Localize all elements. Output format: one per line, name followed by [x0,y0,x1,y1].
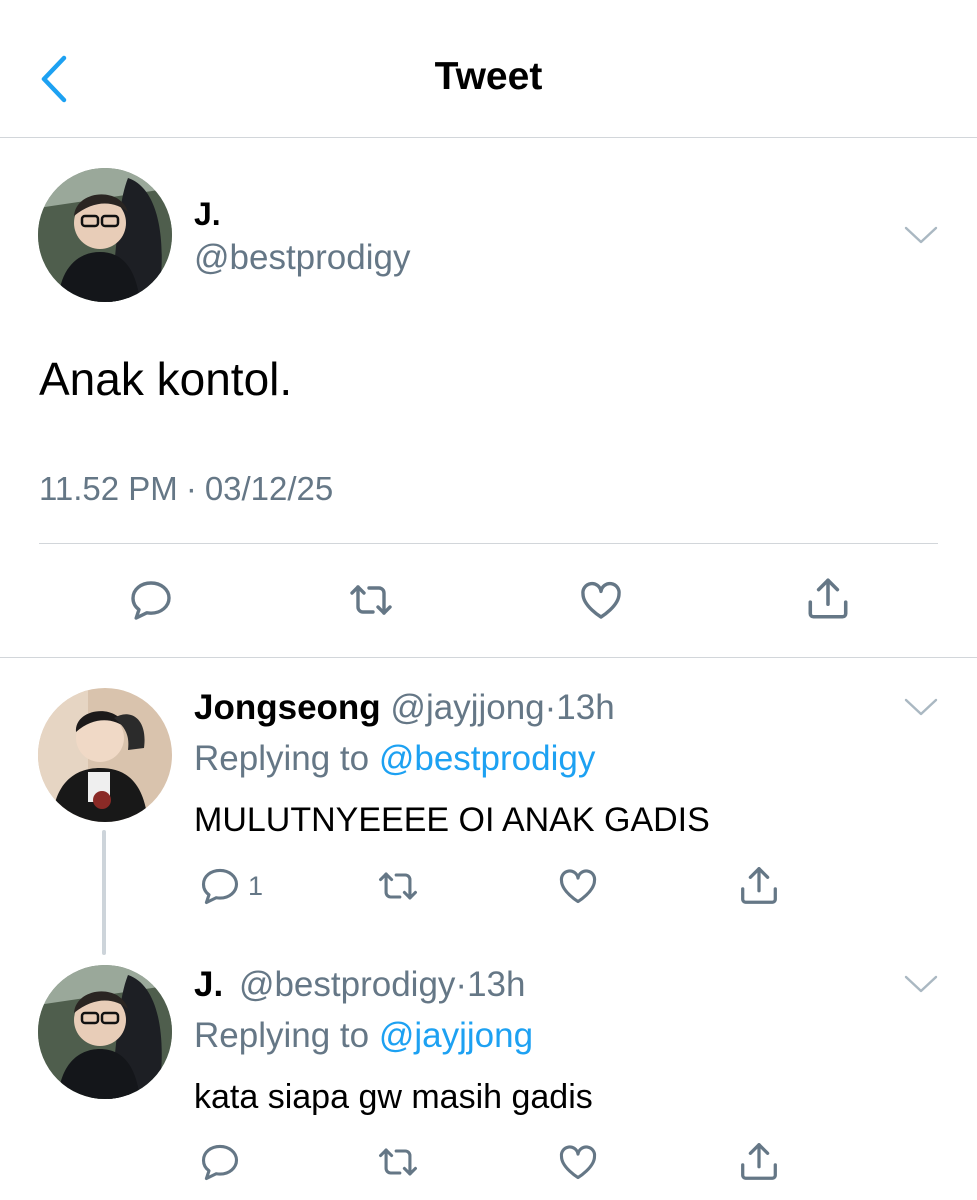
retweet-button[interactable] [346,576,396,624]
replying-to-mention[interactable]: @jayjjong [379,1016,533,1055]
author-name[interactable]: J. [194,196,221,233]
separator-dot: · [544,688,557,727]
separator-dot: · [455,965,468,1004]
replying-to-label: Replying to [194,1016,370,1055]
reply-button[interactable] [127,576,175,624]
avatar[interactable] [38,965,172,1099]
comment-icon [127,576,175,624]
divider [0,657,977,658]
author-handle[interactable]: @bestprodigy [194,238,410,278]
share-icon [803,573,853,623]
share-icon [736,862,782,908]
heart-icon [555,864,601,908]
retweet-button[interactable] [375,864,421,908]
like-button[interactable] [555,1140,601,1184]
like-button[interactable] [555,864,601,908]
share-button[interactable] [736,862,782,908]
replying-to: Replying to @jayjjong [194,1016,533,1056]
replying-to-mention[interactable]: @bestprodigy [379,739,595,778]
reply-text: MULUTNYEEEE OI ANAK GADIS [194,801,710,839]
reply-time: 13h [556,688,615,727]
reply-button[interactable] [198,1140,248,1184]
top-bar: Tweet [0,0,977,138]
reply-author-name[interactable]: J. [194,965,223,1004]
chevron-down-icon[interactable] [904,974,938,994]
reply-count: 1 [248,870,264,901]
share-icon [736,1138,782,1184]
reply-header: J. @bestprodigy·13h [194,965,525,1005]
share-button[interactable] [736,1138,782,1184]
comment-icon [198,1140,242,1184]
thread-line [102,830,106,955]
reply-text: kata siapa gw masih gadis [194,1078,593,1116]
tweet-date: 03/12/25 [204,470,334,507]
reply-author-handle[interactable]: @jayjjong [390,688,544,727]
avatar[interactable] [38,168,172,302]
tweet-time: 11.52 PM [39,470,178,507]
retweet-button[interactable] [375,1140,421,1184]
divider [39,543,938,544]
reply-button[interactable]: 1 [198,864,263,908]
reply-header: Jongseong @jayjjong·13h [194,688,615,728]
retweet-icon [375,864,421,908]
retweet-icon [375,1140,421,1184]
reply-author-handle[interactable]: @bestprodigy [239,965,455,1004]
replying-to-label: Replying to [194,739,370,778]
replying-to: Replying to @bestprodigy [194,739,595,779]
heart-icon [555,1140,601,1184]
chevron-down-icon[interactable] [904,697,938,717]
like-button[interactable] [576,576,626,624]
comment-icon [198,864,242,908]
separator-dot: · [185,470,197,507]
share-button[interactable] [803,573,853,623]
retweet-icon [346,576,396,624]
tweet-text: Anak kontol. [39,353,293,405]
chevron-down-icon[interactable] [904,225,938,245]
tweet-timestamp: 11.52 PM · 03/12/25 [39,470,333,508]
avatar[interactable] [38,688,172,822]
page-title: Tweet [434,55,543,98]
reply-author-name[interactable]: Jongseong [194,688,381,727]
heart-icon [576,576,626,624]
reply-time: 13h [467,965,526,1004]
